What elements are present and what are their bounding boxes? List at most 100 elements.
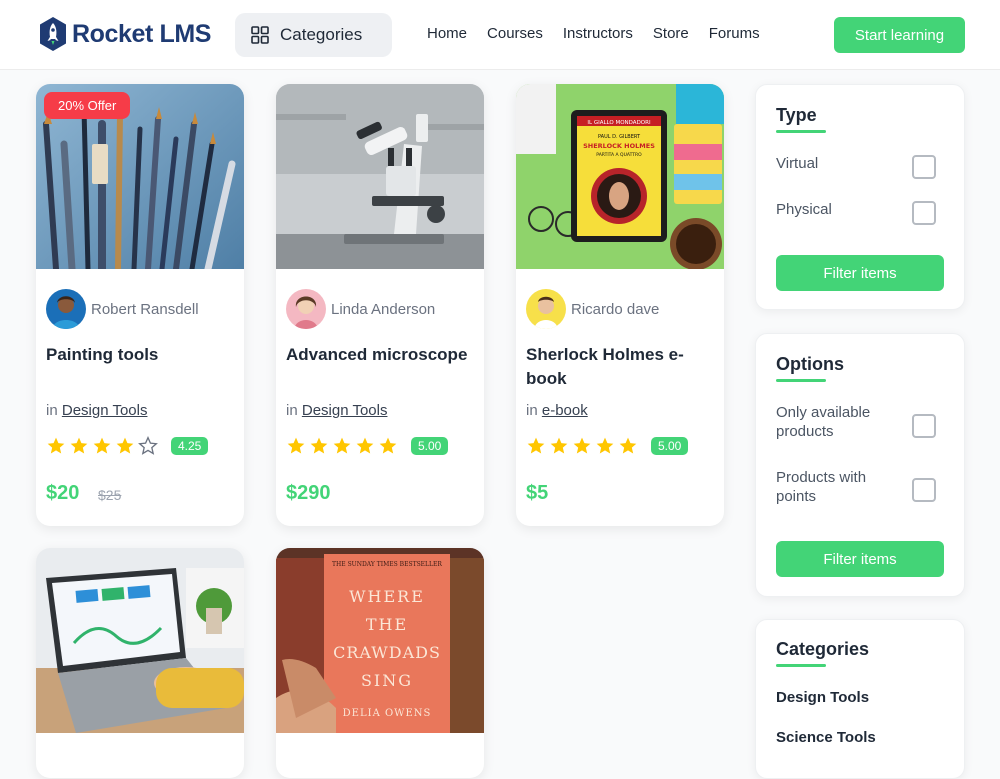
star-filled-icon [619,437,637,454]
product-card[interactable] [36,548,244,778]
product-title[interactable]: Advanced microscope [286,343,478,367]
physical-checkbox[interactable] [912,201,936,225]
rating-badge: 4.25 [171,437,209,455]
offer-badge: 20% Offer [44,92,131,119]
start-learning-button[interactable]: Start learning [834,17,965,53]
author-name: Ricardo dave [571,300,660,318]
filter-items-button[interactable]: Filter items [776,541,944,577]
grid-icon [251,26,269,44]
in-prefix: in [526,402,538,419]
virtual-checkbox[interactable] [912,155,936,179]
logo[interactable]: Rocket LMS [38,16,211,52]
star-filled-icon [70,437,88,454]
star-filled-icon [356,437,374,454]
star-filled-icon [93,437,111,454]
author-name: Robert Ransdell [91,300,199,318]
star-filled-icon [333,437,351,454]
product-card[interactable]: 20% Offer Robert Ransdell Painting tools… [36,84,244,526]
available-checkbox[interactable] [912,414,936,438]
star-rating [526,436,638,456]
heading-underline [776,130,826,133]
product-price: $5 [526,482,549,504]
product-price: $20 [46,482,80,504]
star-filled-icon [47,437,65,454]
categories-heading: Categories [776,639,870,659]
filter-items-button[interactable]: Filter items [776,255,944,291]
option-available-label: Only available products [776,404,871,440]
product-author[interactable]: Ricardo dave [526,289,659,329]
category-link[interactable]: Design Tools [302,402,388,419]
category-design-tools[interactable]: Design Tools [776,689,869,706]
product-title[interactable]: Sherlock Holmes e-book [526,343,718,391]
options-heading: Options [776,354,844,374]
author-name: Linda Anderson [331,300,436,318]
categories-panel: Categories Design Tools Science Tools [755,619,965,779]
book-top-line: THE SUNDAY TIMES BESTSELLER [332,561,442,568]
option-physical-label: Physical [776,201,832,218]
product-image-tablet-ebook[interactable]: IL GIALLO MONDADORI PAUL D. GILBERT SHER… [516,84,724,269]
nav-forums[interactable]: Forums [709,25,760,42]
rating-badge: 5.00 [651,437,689,455]
ebook-subtitle: PARTITA A QUATTRO [596,152,642,158]
category-science-tools[interactable]: Science Tools [776,729,876,746]
avatar [46,289,86,329]
product-card[interactable]: THE SUNDAY TIMES BESTSELLER WHERE THE CR… [276,548,484,778]
category-link[interactable]: Design Tools [62,402,148,419]
nav-home[interactable]: Home [427,25,467,42]
star-filled-icon [596,437,614,454]
book-title-line: THE [366,615,408,634]
avatar [526,289,566,329]
old-price: $25 [98,487,122,503]
points-checkbox[interactable] [912,478,936,502]
ebook-title: SHERLOCK HOLMES [583,142,655,150]
option-points-label: Products with points [776,469,867,505]
star-filled-icon [379,437,397,454]
product-category-line: in Design Tools [46,402,147,419]
star-filled-icon [310,437,328,454]
product-author[interactable]: Linda Anderson [286,289,435,329]
rating-badge: 5.00 [411,437,449,455]
heading-underline [776,664,826,667]
type-filter-panel: Type Virtual Physical Filter items [755,84,965,310]
categories-button[interactable]: Categories [235,13,392,57]
category-link[interactable]: e-book [542,402,588,419]
avatar [286,289,326,329]
book-title-line: WHERE [349,587,425,606]
product-price: $290 [286,482,331,504]
options-filter-panel: Options Only available products Products… [755,333,965,597]
star-filled-icon [287,437,305,454]
nav-courses[interactable]: Courses [487,25,543,42]
product-category-line: in Design Tools [286,402,387,419]
star-rating [46,436,158,456]
ebook-author: PAUL D. GILBERT [598,134,641,140]
product-image-book-cover[interactable]: THE SUNDAY TIMES BESTSELLER WHERE THE CR… [276,548,484,733]
product-title[interactable]: Painting tools [46,343,238,367]
book-title-line: SING [361,671,413,690]
book-title-line: CRAWDADS [333,643,441,662]
star-filled-icon [573,437,591,454]
product-image-microscope[interactable] [276,84,484,269]
star-filled-icon [527,437,545,454]
ebook-publisher: IL GIALLO MONDADORI [587,120,651,126]
rocket-logo-icon [40,17,66,51]
book-cover-image: THE SUNDAY TIMES BESTSELLER WHERE THE CR… [276,548,484,733]
nav-store[interactable]: Store [653,25,689,42]
book-author: DELIA OWENS [343,708,432,719]
nav-instructors[interactable]: Instructors [563,25,633,42]
star-rating [286,436,398,456]
product-image-paintbrushes[interactable]: 20% Offer [36,84,244,269]
product-card[interactable]: Linda Anderson Advanced microscope in De… [276,84,484,526]
product-image-laptop-dashboard[interactable] [36,548,244,733]
main-nav: Home Courses Instructors Store Forums [427,25,760,42]
product-author[interactable]: Robert Ransdell [46,289,199,329]
star-filled-icon [116,437,134,454]
star-empty-icon [138,436,158,455]
logo-text: Rocket LMS [72,19,212,48]
product-card[interactable]: IL GIALLO MONDADORI PAUL D. GILBERT SHER… [516,84,724,526]
type-heading: Type [776,105,817,125]
star-filled-icon [550,437,568,454]
heading-underline [776,379,826,382]
product-category-line: in e-book [526,402,588,419]
laptop-image [36,548,244,733]
categories-label: Categories [280,25,363,44]
